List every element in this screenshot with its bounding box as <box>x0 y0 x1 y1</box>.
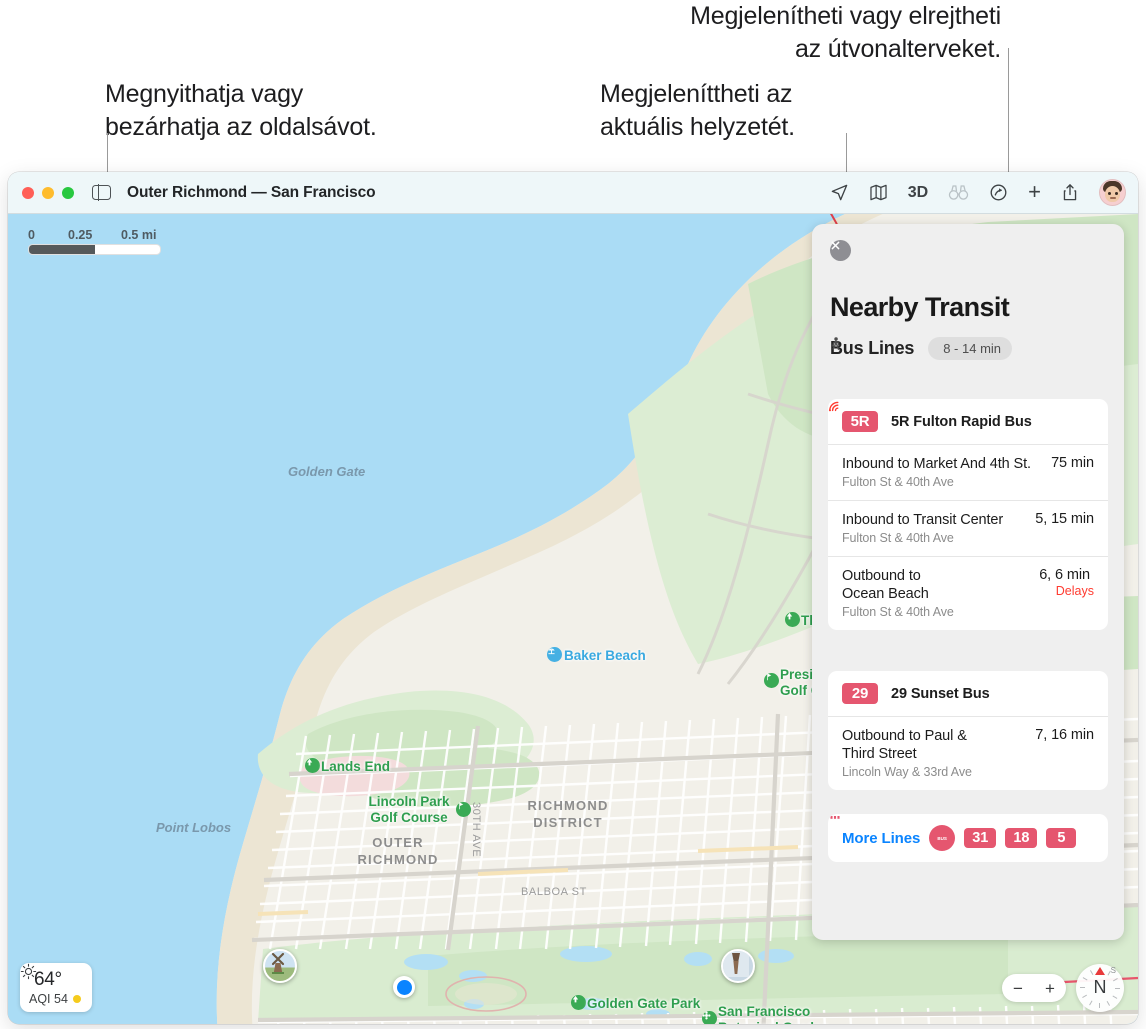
walk-time-text: 8 - 14 min <box>943 341 1002 356</box>
departure-eta: 7, 16 min <box>1035 727 1094 743</box>
panel-subtitle: Bus Lines <box>830 338 915 358</box>
bus-icon[interactable]: BUS <box>829 814 956 851</box>
add-button[interactable]: + <box>1028 180 1041 203</box>
more-lines-card[interactable]: More Lines BUS 31 18 5 <box>828 814 1108 862</box>
park-icon <box>785 612 800 627</box>
compass-south-label: S <box>1110 966 1116 975</box>
departure-stop: Fulton St & 40th Ave <box>842 531 954 545</box>
map-scale-bar: 0 0.25 0.5 mi <box>28 228 161 255</box>
transit-route-card[interactable]: 29 29 Sunset Bus Outbound to Paul & Thir… <box>828 671 1108 790</box>
close-window-button[interactable] <box>22 186 34 199</box>
map-book-icon[interactable] <box>869 183 888 202</box>
departure-delay: Delays <box>1055 584 1094 598</box>
departure-stop: Fulton St & 40th Ave <box>842 475 954 489</box>
window-titlebar: Outer Richmond — San Francisco 3D + <box>8 172 1138 214</box>
map-canvas[interactable]: 0 0.25 0.5 mi Golden Gate Point Lobos RI… <box>8 214 1138 1024</box>
panel-title: Nearby Transit <box>830 292 1010 322</box>
directions-icon[interactable] <box>989 183 1008 202</box>
weather-aqi-label: AQI 54 <box>29 992 68 1006</box>
route-badge: 5R <box>842 411 878 432</box>
sidebar-toggle-icon[interactable] <box>92 184 111 201</box>
scale-ticks: 0 0.25 0.5 mi <box>28 228 161 244</box>
avatar-mouth <box>1110 197 1116 199</box>
departure-row[interactable]: Outbound to Paul & Third Street Lincoln … <box>828 716 1108 790</box>
route-name: 29 Sunset Bus <box>891 685 990 702</box>
maps-window: Outer Richmond — San Francisco 3D + 0 0.… <box>8 172 1138 1024</box>
departure-direction: Inbound to Transit Center <box>842 512 1004 528</box>
avatar-eye-right <box>1115 192 1118 195</box>
share-icon[interactable] <box>1061 183 1079 202</box>
compass-needle-north <box>1095 967 1105 975</box>
golf-icon <box>456 802 471 817</box>
transit-route-card[interactable]: 5R 5R Fulton Rapid Bus Inbound to Market… <box>828 399 1108 630</box>
garden-icon <box>702 1011 717 1024</box>
scale-tick-2: 0.5 mi <box>121 228 157 242</box>
scale-tick-1: 0.25 <box>68 228 93 242</box>
close-icon[interactable] <box>830 240 851 261</box>
bus-icon-label: BUS <box>937 835 947 841</box>
zoom-out-button[interactable]: − <box>1013 980 1023 997</box>
zoom-in-button[interactable]: + <box>1045 980 1055 997</box>
departure-direction: Outbound to Paul & Third Street <box>842 728 967 762</box>
zoom-window-button[interactable] <box>62 186 74 199</box>
callout-routes-text: Megjelenítheti vagy elrejtheti az útvona… <box>690 2 1001 63</box>
route-header: 5R 5R Fulton Rapid Bus <box>828 399 1108 444</box>
more-line-badge[interactable]: 31 <box>964 828 997 848</box>
traffic-lights <box>22 186 74 199</box>
compass[interactable]: N S <box>1076 964 1124 1012</box>
golf-icon <box>764 673 779 688</box>
aqi-status-dot <box>72 995 81 1003</box>
departure-direction: Outbound to Ocean Beach <box>842 568 929 602</box>
more-line-badge[interactable]: 5 <box>1046 828 1077 848</box>
avatar[interactable] <box>1099 179 1126 206</box>
departure-stop: Fulton St & 40th Ave <box>842 605 954 619</box>
route-header: 29 29 Sunset Bus <box>828 671 1108 716</box>
departure-eta: 75 min <box>1051 455 1094 471</box>
callout-routes-leader-line <box>1008 48 1009 185</box>
location-arrow-icon[interactable] <box>830 183 849 202</box>
route-name: 5R Fulton Rapid Bus <box>891 413 1032 430</box>
weather-temperature: 64° <box>34 969 62 990</box>
scale-bar-track <box>28 244 161 255</box>
3d-toggle-button[interactable]: 3D <box>908 184 928 202</box>
nearby-transit-panel: Nearby Transit Bus Lines 8 - 14 min 5R 5… <box>812 224 1124 940</box>
route-badge: 29 <box>842 683 878 704</box>
more-line-badge[interactable]: 18 <box>1005 828 1038 848</box>
toolbar: 3D + <box>830 179 1126 206</box>
minimize-window-button[interactable] <box>42 186 54 199</box>
binoculars-icon[interactable] <box>948 183 969 202</box>
departure-direction: Inbound to Market And 4th St. <box>842 456 1031 472</box>
departure-row[interactable]: Inbound to Market And 4th St. Fulton St … <box>828 444 1108 500</box>
departure-row[interactable]: Outbound to Ocean Beach Fulton St & 40th… <box>828 401 1108 630</box>
page-title: Outer Richmond — San Francisco <box>127 183 376 201</box>
panel-subtitle-row: Bus Lines 8 - 14 min <box>830 337 1013 360</box>
departure-row[interactable]: Inbound to Transit Center Fulton St & 40… <box>828 500 1108 556</box>
scale-tick-0: 0 <box>28 228 35 242</box>
map-photo-pin-tower[interactable] <box>721 949 755 983</box>
departure-eta: 6, 6 min <box>1039 567 1090 583</box>
walk-time-badge: 8 - 14 min <box>832 337 1013 360</box>
park-icon <box>305 758 320 773</box>
avatar-eye-left <box>1108 192 1111 195</box>
departure-eta: 5, 15 min <box>1035 511 1094 527</box>
departure-stop: Lincoln Way & 33rd Ave <box>842 765 972 779</box>
park-icon <box>571 995 586 1010</box>
beach-icon <box>547 647 562 662</box>
weather-widget[interactable]: 64° AQI 54 <box>20 963 92 1012</box>
zoom-controls[interactable]: − + <box>1002 974 1066 1002</box>
callout-location-text: Megjeleníttheti az aktuális helyzetét. <box>600 80 795 141</box>
current-location-dot <box>393 976 415 998</box>
map-photo-pin-windmill[interactable] <box>263 949 297 983</box>
callout-sidebar-text: Megnyithatja vagy bezárhatja az oldalsáv… <box>105 80 377 141</box>
more-lines-link[interactable]: More Lines <box>842 830 920 847</box>
